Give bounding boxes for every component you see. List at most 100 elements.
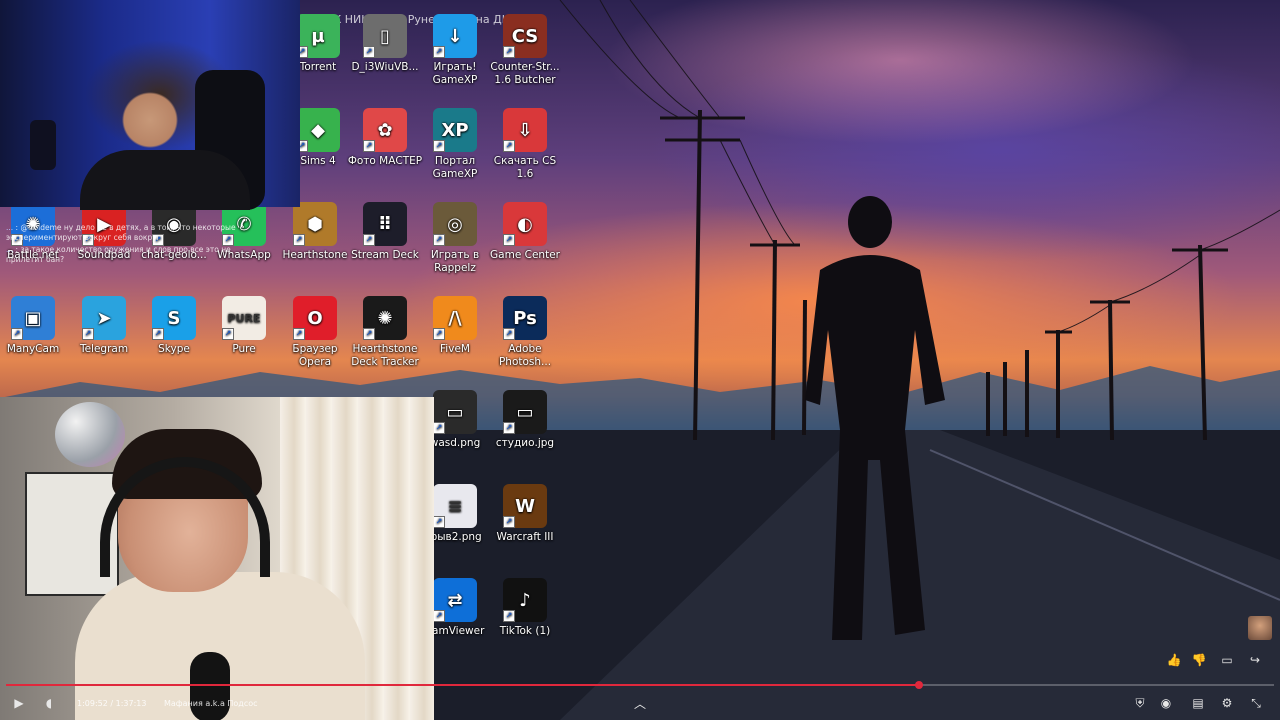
shortcut-arrow-icon: ↗ <box>82 328 94 340</box>
download-cloud-icon: ⇩ ↗ <box>503 108 547 152</box>
desktop-icon[interactable]: O ↗ Браузер Opera <box>275 296 355 369</box>
record-icon[interactable]: ◉ <box>1157 694 1175 712</box>
hearthstone-icon: ⬢ ↗ <box>293 202 337 246</box>
desktop-icon[interactable]: PURE ↗ Pure <box>204 296 284 356</box>
desktop-icon-label: Портал GameXP <box>432 155 478 180</box>
chat-overlay: ... : @froldeme ну дело не в детях, а в … <box>6 223 236 267</box>
teamviewer-icon: ⇄ ↗ <box>433 578 477 622</box>
shortcut-arrow-icon: ↗ <box>503 234 515 246</box>
desktop-icon[interactable]: S ↗ Skype <box>134 296 214 356</box>
shortcut-arrow-icon: ↗ <box>363 140 375 152</box>
collapse-icon[interactable]: ⤡ <box>1247 694 1265 712</box>
desktop-icon[interactable]: ⠿ ↗ Stream Deck <box>345 202 425 262</box>
desktop-icon[interactable]: ◎ ↗ Играть в Rappelz <box>415 202 495 275</box>
webcam-bottom-left <box>0 397 434 720</box>
play-icon[interactable]: ▶ <box>10 694 28 712</box>
subtitles-icon[interactable]: ▤ <box>1189 694 1207 712</box>
shield-icon[interactable]: ⛨ <box>1131 694 1149 712</box>
rappelz-icon: ◎ ↗ <box>433 202 477 246</box>
volume-icon[interactable]: ◖ <box>40 694 58 712</box>
shortcut-arrow-icon: ↗ <box>503 46 515 58</box>
desktop-icon-label: Counter-Str... 1.6 Butcher <box>490 61 560 86</box>
desktop-icon-label: ManyCam <box>6 343 60 355</box>
opera-icon: O ↗ <box>293 296 337 340</box>
desktop-icon-label: Играть! GameXP <box>432 61 478 86</box>
shortcut-arrow-icon: ↗ <box>503 610 515 622</box>
desktop-icon-label: Играть в Rappelz <box>430 249 480 274</box>
comment-icon[interactable]: ▭ <box>1218 652 1236 668</box>
progress-fill <box>6 684 919 686</box>
progress-thumb[interactable] <box>914 681 923 689</box>
warcraft-icon: W ↗ <box>503 484 547 528</box>
desktop-icon[interactable]: ♪ ↗ TikTok (1) <box>485 578 565 638</box>
time-display: 1:09:52 / 1:37:13 <box>77 699 147 708</box>
desktop-icon-label: Hearthstone Deck Tracker <box>351 343 419 368</box>
desktop-icon[interactable]: ◐ ↗ Game Center <box>485 202 565 262</box>
shortcut-arrow-icon: ↗ <box>433 46 445 58</box>
chat-message: ... : @froldeme ну дело не в детях, а в … <box>6 223 236 243</box>
desktop-icon-label: Браузер Opera <box>292 343 338 368</box>
photo-master-icon: ✿ ↗ <box>363 108 407 152</box>
chevron-up-icon[interactable]: ︿ <box>631 694 649 712</box>
dislike-icon[interactable]: 👎 <box>1190 652 1208 668</box>
shortcut-arrow-icon: ↗ <box>363 46 375 58</box>
streamer-body <box>80 150 250 210</box>
desktop-icon-label: Скачать CS 1.6 <box>493 155 557 180</box>
desktop-icon[interactable]: /\ ↗ FiveM <box>415 296 495 356</box>
desktop-icon[interactable]: ✺ ↗ Hearthstone Deck Tracker <box>345 296 425 369</box>
desktop-icon[interactable]: ⬢ ↗ Hearthstone <box>275 202 355 262</box>
fivem-icon: /\ ↗ <box>433 296 477 340</box>
desktop-icon[interactable]: ➤ ↗ Telegram <box>64 296 144 356</box>
manycam-icon: ▣ ↗ <box>11 296 55 340</box>
download-icon: ↓ ↗ <box>433 14 477 58</box>
chapter-title[interactable]: Мафания a.k.a Подсос <box>164 699 258 708</box>
shortcut-arrow-icon: ↗ <box>363 328 375 340</box>
shortcut-arrow-icon: ↗ <box>11 328 23 340</box>
shortcut-arrow-icon: ↗ <box>152 328 164 340</box>
shortcut-arrow-icon: ↗ <box>433 610 445 622</box>
jpg-file-icon: ▭ ↗ <box>503 390 547 434</box>
game-center-icon: ◐ ↗ <box>503 202 547 246</box>
desktop-icon[interactable]: W ↗ Warcraft III <box>485 484 565 544</box>
desktop-icon[interactable]: ✿ ↗ Фото МАСТЕР <box>345 108 425 168</box>
like-icon[interactable]: 👍 <box>1165 652 1183 668</box>
desktop-icon[interactable]: ↓ ↗ Играть! GameXP <box>415 14 495 87</box>
settings-icon[interactable]: ⚙ <box>1218 694 1236 712</box>
channel-avatar[interactable] <box>1248 616 1272 640</box>
time-total: 1:37:13 <box>115 699 147 708</box>
desktop-icon-label: Pure <box>232 343 256 355</box>
stream-deck-icon: ⠿ ↗ <box>363 202 407 246</box>
desktop-icon[interactable]: ⇩ ↗ Скачать CS 1.6 <box>485 108 565 181</box>
time-current: 1:09:52 <box>77 699 108 708</box>
gamexp-icon: XP ↗ <box>433 108 477 152</box>
tiktok-icon: ♪ ↗ <box>503 578 547 622</box>
desktop-icon[interactable]: ▣ ↗ ManyCam <box>0 296 73 356</box>
chat-message: ... : за такое количество оружения и сло… <box>6 245 236 265</box>
chat-username: ... <box>6 245 14 254</box>
desktop-icon[interactable]: ▭ ↗ студио.jpg <box>485 390 565 450</box>
desktop-icon[interactable]: ▯ ↗ D_i3WiuVB... <box>345 14 425 74</box>
shortcut-arrow-icon: ↗ <box>503 140 515 152</box>
video-progress-bar[interactable] <box>6 681 1274 689</box>
chat-text: : @froldeme ну дело не в детях, а в том,… <box>6 223 236 242</box>
microphone <box>190 652 230 720</box>
share-icon[interactable]: ↪ <box>1246 652 1264 668</box>
webcam-top-left <box>0 0 300 210</box>
desktop-icon[interactable]: XP ↗ Портал GameXP <box>415 108 495 181</box>
png-file-icon: ≡ ↗ <box>433 484 477 528</box>
desktop-icon-label: D_i3WiuVB... <box>351 61 419 73</box>
microphone <box>30 120 56 170</box>
shortcut-arrow-icon: ↗ <box>433 234 445 246</box>
desktop-icon[interactable]: Ps ↗ Adobe Photosh... <box>485 296 565 369</box>
shortcut-arrow-icon: ↗ <box>222 328 234 340</box>
desktop-icon-label: Stream Deck <box>351 249 419 261</box>
desktop-icon-label: Skype <box>158 343 190 355</box>
desktop-icon-label: TikTok (1) <box>499 625 551 637</box>
utorrent-icon: µ ↗ <box>296 14 340 58</box>
deck-tracker-icon: ✺ ↗ <box>363 296 407 340</box>
shortcut-arrow-icon: ↗ <box>433 328 445 340</box>
shortcut-arrow-icon: ↗ <box>503 422 515 434</box>
desktop-icon[interactable]: CS ↗ Counter-Str... 1.6 Butcher <box>485 14 565 87</box>
photoshop-icon: Ps ↗ <box>503 296 547 340</box>
desktop-icon-label: студио.jpg <box>495 437 555 449</box>
